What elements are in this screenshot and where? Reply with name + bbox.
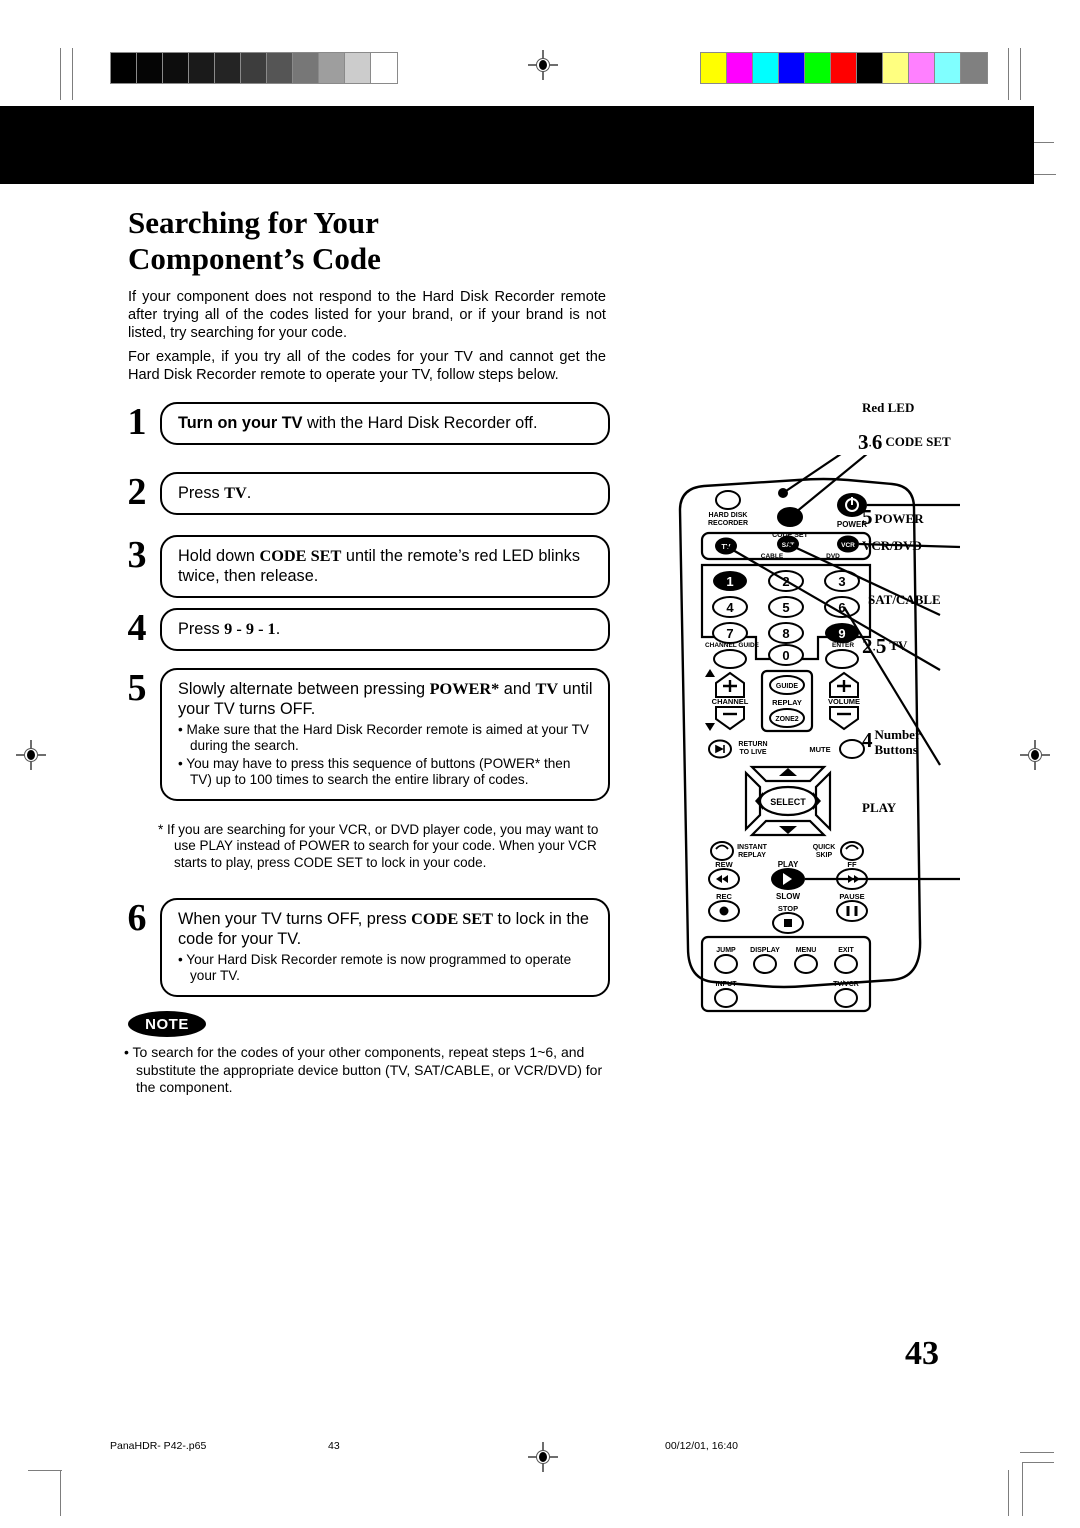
color-patch-7 [883,53,909,83]
step-5-bullet-1: Make sure that the Hard Disk Recorder re… [178,722,594,755]
callout-tv-steps: 2·5 [862,633,887,658]
step-5-text: Slowly alternate between pressing POWER*… [178,679,593,718]
step-2-box: Press TV. [160,472,610,515]
gray-patch-2 [163,53,189,83]
step-1: 1 Turn on your TV with the Hard Disk Rec… [120,402,610,445]
crop-mark-bottom-right-d [1022,1462,1054,1463]
crop-mark-bottom-right-a [1020,1452,1054,1453]
step-1-text: Turn on your TV with the Hard Disk Recor… [178,414,538,432]
crop-mark-left-inner [72,48,73,100]
remote-illustration: HARD DISK RECORDER CODE SET POWER TV SAT… [640,400,1080,1035]
callout-play: PLAY [862,800,897,815]
gray-patch-10 [371,53,397,83]
callout-code-set: 3·6 CODE SET [858,429,951,454]
step-5-number: 5 [127,667,147,709]
step-6: 6 When your TV turns OFF, press CODE SET… [120,898,610,997]
header-black-band [0,106,1034,184]
crop-mark-right-outer [1020,48,1021,100]
gray-patch-3 [189,53,215,83]
page-number: 43 [905,1335,939,1372]
step-5-footnote: * If you are searching for your VCR, or … [158,822,599,870]
gray-patch-4 [215,53,241,83]
color-patch-9 [935,53,961,83]
color-patch-8 [909,53,935,83]
step-6-text: When your TV turns OFF, press CODE SET t… [178,909,589,948]
color-patch-5 [831,53,857,83]
step-4-box: Press 9 - 9 - 1. [160,608,610,651]
color-patch-0 [701,53,727,83]
step-3-text: Hold down CODE SET until the remote’s re… [178,546,580,585]
page-root: Searching for Your Component’s Code If y… [0,0,1080,1528]
callout-number-buttons: 4 Number Buttons [862,727,921,757]
footer-filename: PanaHDR- P42-.p65 [110,1440,207,1452]
color-patch-2 [753,53,779,83]
note-body: • To search for the codes of your other … [124,1044,603,1096]
footer-timestamp: 00/12/01, 16:40 [665,1440,738,1452]
step-4-text: Press 9 - 9 - 1. [178,619,281,638]
step-5-bullet-2: You may have to press this sequence of b… [178,756,594,789]
callout-vcr-dvd: VCR/DVD [862,538,922,553]
intro-paragraph-1: If your component does not respond to th… [128,289,606,342]
step-6-box: When your TV turns OFF, press CODE SET t… [160,898,610,997]
color-calibration-bar [700,52,988,84]
color-patch-4 [805,53,831,83]
remote-callout-labels: Red LED 3·6 CODE SET 5 POWER VCR/DVD SAT/C… [640,400,1080,1035]
step-6-bullets: Your Hard Disk Recorder remote is now pr… [178,952,594,985]
color-patch-6 [857,53,883,83]
footer-page: 43 [328,1440,340,1452]
step-2-text: Press TV. [178,483,252,502]
step-4-number: 4 [127,607,147,649]
callout-number-step: 4 [862,727,873,752]
intro-paragraph-2: For example, if you try all of the codes… [128,349,606,384]
gray-patch-6 [267,53,293,83]
step-1-number: 1 [127,401,147,443]
step-4: 4 Press 9 - 9 - 1. [120,608,610,651]
step-3: 3 Hold down CODE SET until the remote’s … [120,535,610,598]
step-3-box: Hold down CODE SET until the remote’s re… [160,535,610,598]
step-3-number: 3 [127,534,147,576]
callout-power: 5 POWER [862,505,924,529]
color-patch-10 [961,53,987,83]
callout-sat-cable: SAT/CABLE [868,592,941,607]
crop-mark-left-outer [60,48,61,100]
gray-patch-0 [111,53,137,83]
gray-patch-7 [293,53,319,83]
gray-patch-9 [345,53,371,83]
step-5-box: Slowly alternate between pressing POWER*… [160,668,610,801]
step-1-box: Turn on your TV with the Hard Disk Recor… [160,402,610,445]
color-patch-1 [727,53,753,83]
crop-mark-bottom-right-b [1008,1470,1009,1516]
step-2-number: 2 [127,471,147,513]
page-title-line2: Component’s Code [128,241,381,276]
registration-mark-left [16,740,46,770]
crop-mark-right-inner [1008,48,1009,100]
page-title: Searching for Your Component’s Code [128,205,608,277]
crop-mark-bottom-left-b [60,1470,61,1516]
crop-mark-bottom-left-a [28,1470,62,1471]
step-5: 5 Slowly alternate between pressing POWE… [120,668,610,801]
grayscale-calibration-wedge [110,52,398,84]
callout-number-buttons-label: Number Buttons [874,727,921,757]
registration-mark-bottom [528,1442,558,1472]
color-patch-3 [779,53,805,83]
registration-mark-top [528,50,558,80]
callout-power-step: 5 [862,505,873,529]
note-badge: NOTE [128,1011,206,1037]
callout-tv: 2·5 TV [862,633,908,658]
step-6-number: 6 [127,897,147,939]
gray-patch-5 [241,53,267,83]
gray-patch-1 [137,53,163,83]
callout-code-set-steps: 3·6 [858,429,883,454]
step-2: 2 Press TV. [120,472,610,515]
step-5-bullets: Make sure that the Hard Disk Recorder re… [178,722,594,789]
crop-mark-bottom-right-c [1022,1462,1023,1516]
page-title-line1: Searching for Your [128,205,379,240]
step-6-bullet-1: Your Hard Disk Recorder remote is now pr… [178,952,594,985]
gray-patch-8 [319,53,345,83]
callout-red-led: Red LED [862,400,915,415]
